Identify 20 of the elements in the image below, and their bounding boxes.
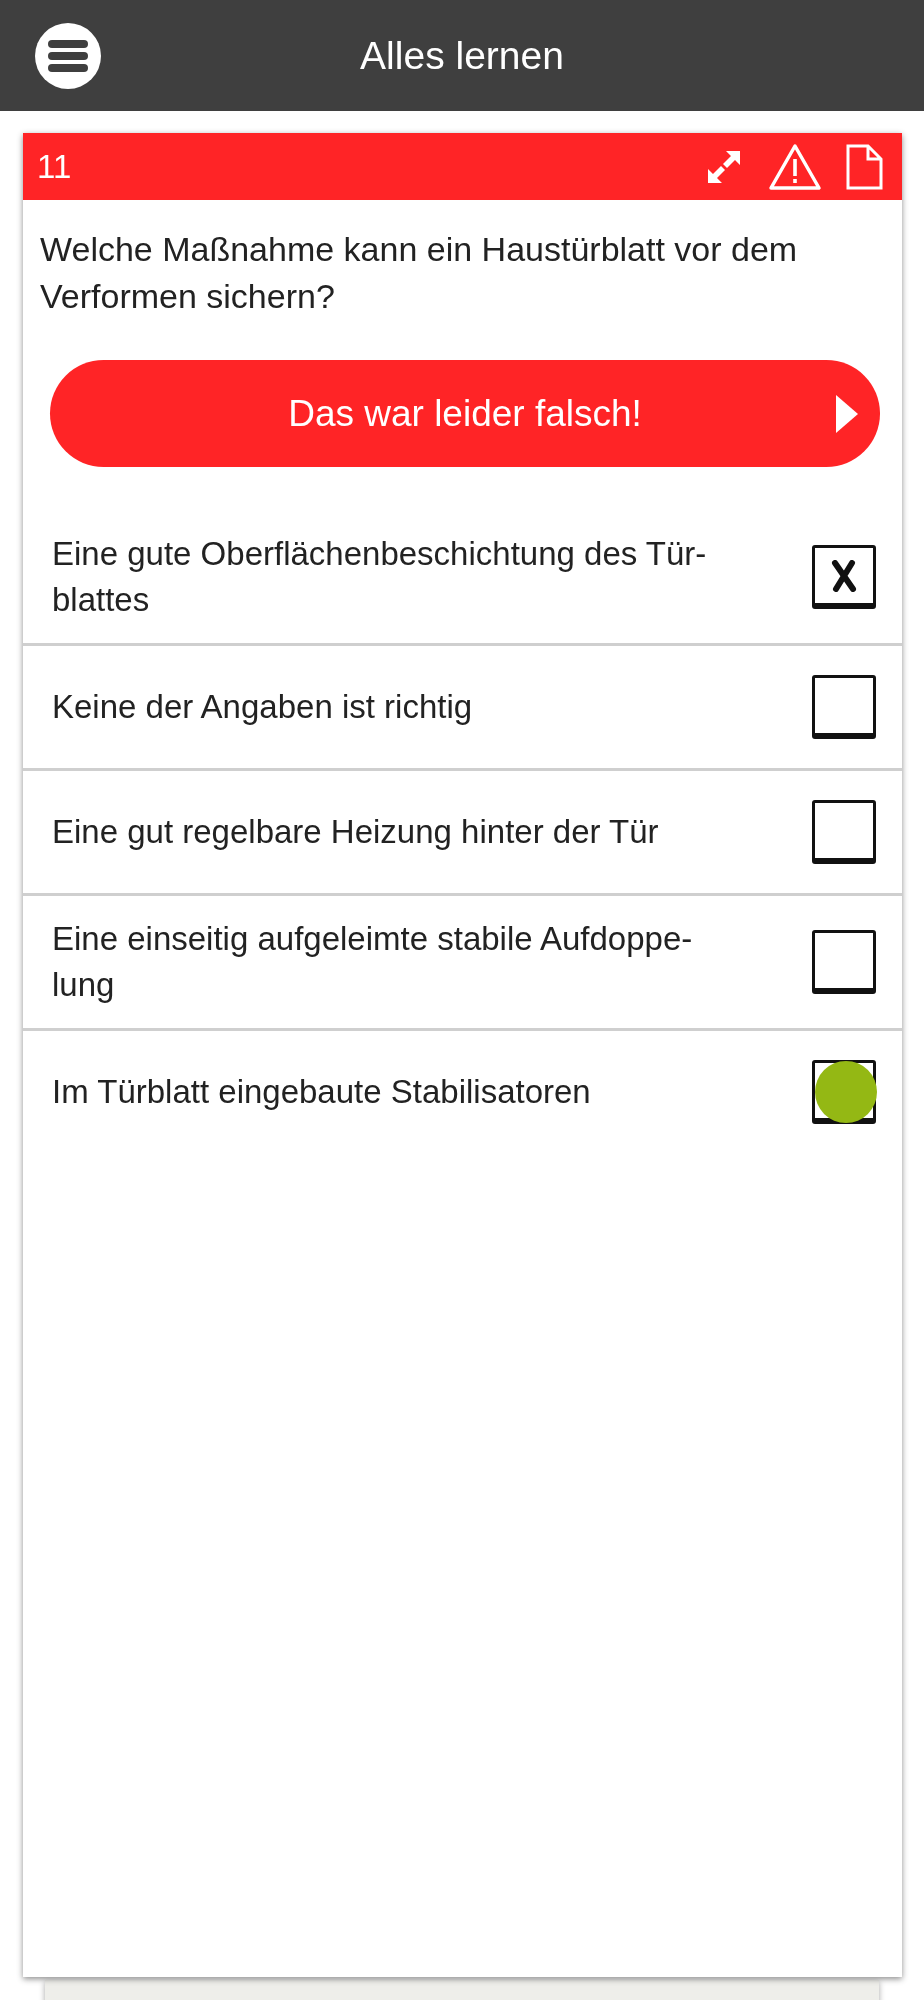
answer-checkbox[interactable] — [812, 1060, 876, 1124]
answer-text: Keine der Angaben ist richtig — [52, 687, 474, 727]
answer-checkbox[interactable] — [812, 800, 876, 864]
correct-dot — [815, 1061, 877, 1123]
answer-checkbox[interactable] — [812, 675, 876, 739]
play-icon — [836, 395, 858, 433]
answer-text: Im Türblatt eingebaute Stabilisatoren — [52, 1072, 592, 1112]
answer-text: Eine gut regelbare Heizung hinter der Tür — [52, 812, 660, 852]
question-number: 11 — [37, 147, 73, 186]
answer-text: Eine gute Oberflächenbeschichtung des Tür- blattes — [52, 534, 708, 620]
answer-checkbox[interactable] — [812, 930, 876, 994]
question-text: Welche Maßnahme kann ein Haustürblatt vor dem Verformen sichern? — [39, 229, 799, 317]
answer-text: Eine einseitig aufgeleimte stabile Aufdoppe- lung — [52, 919, 694, 1005]
answer-checkbox[interactable] — [812, 545, 876, 609]
document-icon[interactable] — [844, 142, 884, 191]
warning-icon[interactable] — [768, 142, 822, 191]
app-title: Alles lernen — [360, 33, 564, 77]
cross-icon — [831, 559, 857, 592]
result-button[interactable]: Das war leider falsch! — [50, 360, 880, 467]
menu-button[interactable] — [35, 22, 101, 89]
